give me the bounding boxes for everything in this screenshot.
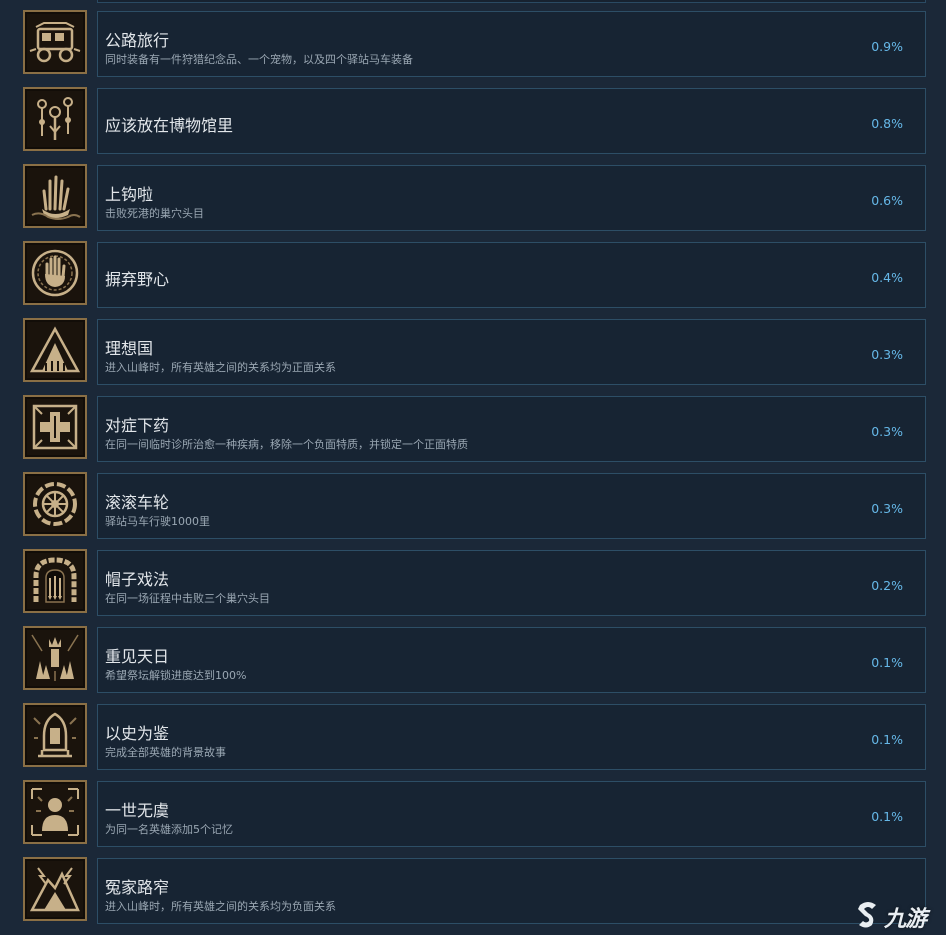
unlock-percentage: 0.2% [871,578,903,593]
unlock-percentage: 0.4% [871,270,903,285]
unlock-percentage: 0.3% [871,347,903,362]
grasping-hand-icon [31,175,81,220]
achievement-icon-frame [23,395,87,459]
unlock-percentage: 0.3% [871,424,903,439]
achievement-row[interactable]: 上钩啦击败死港的巢穴头目 0.6% [0,154,946,231]
open-palm-icon [31,249,79,297]
unlock-percentage: 0.1% [871,732,903,747]
achievement-icon-frame [23,780,87,844]
achievement-description: 进入山峰时，所有英雄之间的关系均为负面关系 [105,900,336,913]
achievement-card[interactable]: 以史为鉴完成全部英雄的背景故事 0.1% [97,704,926,770]
wagon-wheel-icon [33,482,77,526]
achievement-icon-frame [23,703,87,767]
achievement-card[interactable]: 对症下药在同一间临时诊所治愈一种疾病，移除一个负面特质，并锁定一个正面特质 0.3… [97,396,926,462]
jiuyou-logo-icon [858,902,876,928]
achievement-description: 为同一名英雄添加5个记忆 [105,823,233,836]
achievement-row[interactable]: 帽子戏法在同一场征程中击败三个巢穴头目 0.2% [0,539,946,616]
achievement-card[interactable]: 应该放在博物馆里 0.8% [97,88,926,154]
stagecoach-icon [29,22,81,63]
achievement-title: 上钩啦 [105,185,154,204]
achievement-card[interactable]: 一世无虞为同一名英雄添加5个记忆 0.1% [97,781,926,847]
achievement-description: 在同一间临时诊所治愈一种疾病，移除一个负面特质，并锁定一个正面特质 [105,438,468,451]
achievement-icon-frame [23,549,87,613]
unlock-percentage: 0.1% [871,809,903,824]
unlock-percentage: 0.1% [871,655,903,670]
achievement-row[interactable]: 滚滚车轮驿站马车行驶1000里 0.3% [0,462,946,539]
achievement-icon-frame [23,318,87,382]
achievement-row[interactable]: 对症下药在同一间临时诊所治愈一种疾病，移除一个负面特质，并锁定一个正面特质 0.3… [0,385,946,462]
storm-peak-icon [29,867,80,912]
achievement-description: 驿站马车行驶1000里 [105,515,210,528]
site-watermark: 九游 [850,897,942,932]
achievement-card[interactable]: 滚滚车轮驿站马车行驶1000里 0.3% [97,473,926,539]
hooded-figure-icon [33,712,77,758]
achievement-card[interactable]: 帽子戏法在同一场征程中击败三个巢穴头目 0.2% [97,550,926,616]
achievement-icon-frame [23,87,87,151]
achievement-icon-frame [23,10,87,74]
achievement-card[interactable]: 公路旅行同时装备有一件狩猎纪念品、一个宠物，以及四个驿站马车装备 0.9% [97,11,926,77]
unlock-percentage: 0.3% [871,501,903,516]
achievement-icon-frame [23,472,87,536]
achievement-title: 应该放在博物馆里 [105,116,234,135]
achievement-description: 在同一场征程中击败三个巢穴头目 [105,592,270,605]
achievement-description: 同时装备有一件狩猎纪念品、一个宠物，以及四个驿站马车装备 [105,53,413,66]
achievement-card[interactable]: 理想国进入山峰时，所有英雄之间的关系均为正面关系 0.3% [97,319,926,385]
achievement-title: 滚滚车轮 [105,493,170,512]
achievement-card[interactable]: 摒弃野心 0.4% [97,242,926,308]
unlock-percentage: 0.9% [871,39,903,54]
relic-trinkets-icon [37,97,73,140]
achievement-row[interactable]: 摒弃野心 0.4% [0,231,946,308]
achievement-title: 摒弃野心 [105,270,170,289]
achievement-card[interactable]: 重见天日希望祭坛解锁进度达到100% 0.1% [97,627,926,693]
achievement-title: 对症下药 [105,416,170,435]
achievement-description: 希望祭坛解锁进度达到100% [105,669,247,682]
watermark-text: 九游 [884,907,927,932]
achievement-title: 以史为鉴 [105,724,170,743]
unlock-percentage: 0.8% [871,116,903,131]
achievement-title: 公路旅行 [105,31,170,50]
achievement-row[interactable]: 以史为鉴完成全部英雄的背景故事 0.1% [0,693,946,770]
achievement-description: 进入山峰时，所有英雄之间的关系均为正面关系 [105,361,336,374]
achievement-title: 重见天日 [105,647,170,666]
achievement-description: 击败死港的巢穴头目 [105,207,204,220]
achievement-row[interactable]: 重见天日希望祭坛解锁进度达到100% 0.1% [0,616,946,693]
achievement-row[interactable]: 理想国进入山峰时，所有英雄之间的关系均为正面关系 0.3% [0,308,946,385]
unlock-percentage: 0.6% [871,193,903,208]
achievement-card[interactable]: 上钩啦击败死港的巢穴头目 0.6% [97,165,926,231]
achievement-title: 理想国 [105,339,154,358]
achievement-icon-frame [23,857,87,921]
achievement-title: 帽子戏法 [105,570,170,589]
achievement-list-page: 公路旅行同时装备有一件狩猎纪念品、一个宠物，以及四个驿站马车装备 0.9% 应该放在… [0,0,946,935]
achievement-icon-frame [23,241,87,305]
achievement-title: 冤家路窄 [105,878,170,897]
achievement-row[interactable]: 应该放在博物馆里 0.8% [0,77,946,154]
achievement-card[interactable]: 冤家路窄进入山峰时，所有英雄之间的关系均为负面关系 [97,858,926,924]
achievement-icon-frame [23,164,87,228]
achievement-description: 完成全部英雄的背景故事 [105,746,226,759]
crowned-altar-icon [31,634,79,681]
achievement-row[interactable]: 冤家路窄进入山峰时，所有英雄之间的关系均为负面关系 [0,847,946,924]
stone-archway-icon [33,557,77,603]
medical-cross-icon [32,404,78,450]
achievement-title: 一世无虞 [105,801,170,820]
hero-portrait-icon [31,788,79,836]
achievement-row[interactable]: 一世无虞为同一名英雄添加5个记忆 0.1% [0,770,946,847]
mountain-peak-icon [29,326,81,373]
achievement-row[interactable]: 公路旅行同时装备有一件狩猎纪念品、一个宠物，以及四个驿站马车装备 0.9% [0,0,946,77]
achievement-icon-frame [23,626,87,690]
